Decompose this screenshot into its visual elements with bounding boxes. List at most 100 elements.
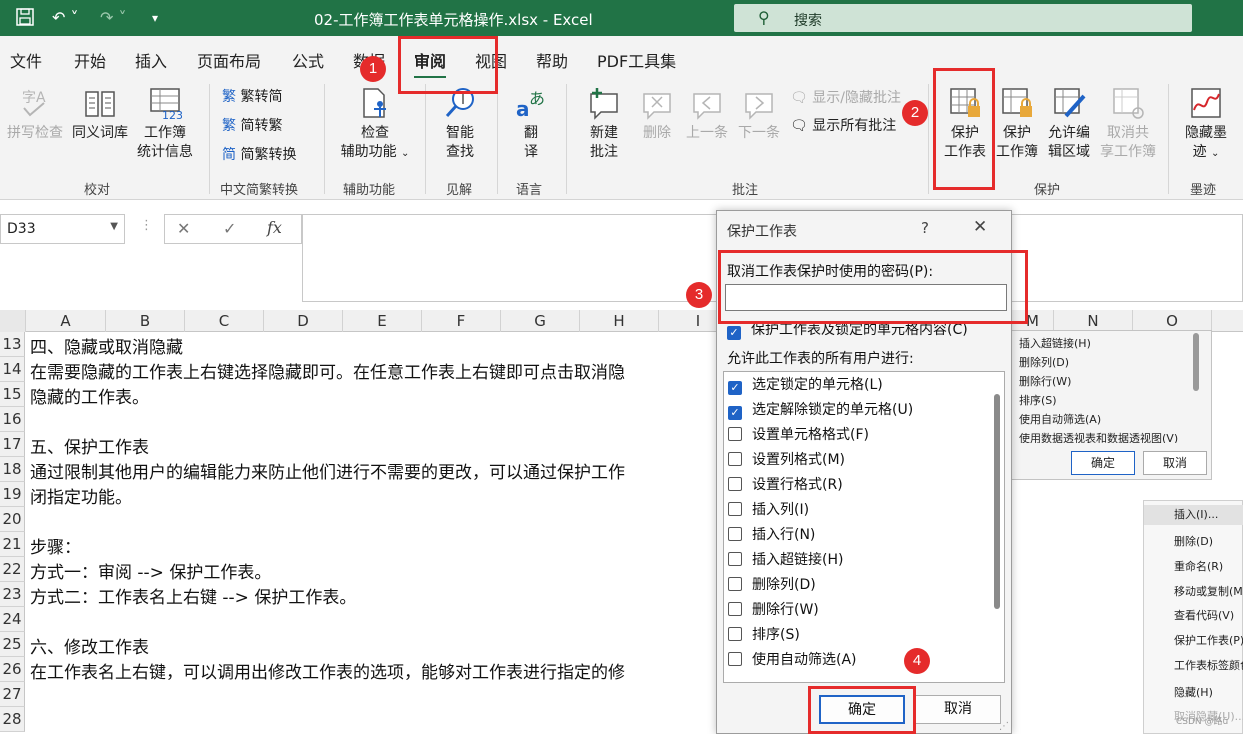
permission-item[interactable]: 删除行(W)	[728, 599, 819, 623]
to-traditional-button[interactable]: 繁 繁转简	[222, 86, 282, 106]
row-header[interactable]: 25	[0, 632, 25, 657]
cell-text[interactable]: 通过限制其他用户的编辑能力来防止他们进行不需要的更改，可以通过保护工作	[30, 461, 625, 486]
tab-help[interactable]: 帮助	[536, 48, 568, 72]
permission-item[interactable]: 排序(S)	[728, 624, 800, 648]
row-header[interactable]: 16	[0, 407, 25, 432]
redo-icon[interactable]: ↷ ˅	[100, 8, 127, 27]
cell-text[interactable]: 在需要隐藏的工作表上右键选择隐藏即可。在任意工作表上右键即可点击取消隐	[30, 361, 625, 386]
column-header[interactable]: D	[264, 310, 343, 332]
column-header[interactable]: H	[580, 310, 659, 332]
cell-text[interactable]: 方式二：工作表名上右键 --> 保护工作表。	[30, 586, 356, 611]
translate-button[interactable]: aあ 翻 译	[504, 86, 558, 162]
cell-text[interactable]: 闭指定功能。	[30, 486, 132, 511]
cell-text[interactable]: 步骤：	[30, 536, 81, 561]
enter-icon[interactable]: ✓	[223, 219, 236, 238]
search-box[interactable]: ⚲ 搜索	[734, 4, 1192, 32]
permission-item[interactable]: 设置单元格格式(F)	[728, 424, 869, 448]
row-header[interactable]: 27	[0, 682, 25, 707]
row-header[interactable]: 26	[0, 657, 25, 682]
to-simplified-button[interactable]: 繁 简转繁	[222, 115, 282, 135]
hide-ink-button[interactable]: 隐藏墨 迹 ⌄	[1176, 86, 1236, 163]
password-input[interactable]	[725, 284, 1007, 311]
customize-qat-icon[interactable]: ▾	[152, 11, 158, 25]
new-comment-button[interactable]: 新建 批注	[576, 86, 632, 162]
row-header[interactable]: 28	[0, 707, 25, 732]
row-header[interactable]: 19	[0, 482, 25, 507]
permission-item[interactable]: 设置行格式(R)	[728, 474, 843, 498]
show-all-comments-button[interactable]: 🗨 显示所有批注	[790, 115, 896, 135]
cell-text[interactable]: 六、修改工作表	[30, 636, 149, 661]
column-header[interactable]: C	[185, 310, 264, 332]
permission-item[interactable]: ✓ 选定锁定的单元格(L)	[728, 374, 883, 398]
row-header[interactable]: 15	[0, 382, 25, 407]
tab-insert[interactable]: 插入	[135, 48, 167, 72]
cell-text[interactable]: 四、隐藏或取消隐藏	[30, 336, 183, 361]
permission-item[interactable]: ✓ 选定解除锁定的单元格(U)	[728, 399, 913, 423]
undo-icon[interactable]: ↶ ˅	[52, 8, 79, 27]
tab-formulas[interactable]: 公式	[292, 48, 324, 72]
tab-file[interactable]: 文件	[10, 48, 42, 72]
permission-item[interactable]: 删除列(D)	[728, 574, 816, 598]
column-header[interactable]: A	[26, 310, 106, 332]
column-header[interactable]: N	[1054, 310, 1133, 332]
convert-button[interactable]: 简 简繁转换	[222, 144, 296, 164]
show-hide-comment-button[interactable]: 🗨 显示/隐藏批注	[790, 87, 901, 107]
column-header[interactable]: O	[1133, 310, 1212, 332]
protect-workbook-button[interactable]: 保护 工作簿	[994, 86, 1040, 162]
permissions-list[interactable]: ✓ 选定锁定的单元格(L) ✓ 选定解除锁定的单元格(U) 设置单元格格式(F) 设…	[723, 371, 1005, 683]
scrollbar-thumb[interactable]	[994, 394, 1000, 609]
cell-text[interactable]: 五、保护工作表	[30, 436, 149, 461]
column-header[interactable]: M	[1012, 310, 1054, 332]
tab-page-layout[interactable]: 页面布局	[197, 48, 261, 72]
workbook-statistics-button[interactable]: 123 工作簿 统计信息	[134, 86, 196, 162]
drag-handle-icon[interactable]: ⋮	[140, 218, 153, 233]
row-header[interactable]: 20	[0, 507, 25, 532]
spell-check-button[interactable]: 字A 拼写检查	[4, 86, 66, 143]
row-header[interactable]: 17	[0, 432, 25, 457]
permission-item[interactable]: 插入超链接(H)	[728, 549, 843, 573]
cell-text[interactable]: 在工作表名上右键，可以调用出修改工作表的选项，能够对工作表进行指定的修	[30, 661, 625, 686]
unshare-workbook-button[interactable]: 取消共 享工作簿	[1098, 86, 1158, 162]
cancel-icon[interactable]: ✕	[177, 219, 190, 238]
row-header[interactable]: 22	[0, 557, 25, 582]
select-all-corner[interactable]	[0, 310, 26, 332]
next-comment-button[interactable]: 下一条	[734, 86, 784, 143]
save-icon[interactable]	[16, 8, 34, 30]
delete-comment-button[interactable]: 删除	[634, 86, 680, 143]
insert-function-icon[interactable]: fx	[267, 218, 282, 237]
row-header[interactable]: 13	[0, 332, 25, 357]
row-header[interactable]: 21	[0, 532, 25, 557]
allow-edit-ranges-button[interactable]: 允许编 辑区域	[1042, 86, 1096, 162]
column-header[interactable]: B	[106, 310, 185, 332]
permission-item[interactable]: 插入行(N)	[728, 524, 815, 548]
cell-text[interactable]: 隐藏的工作表。	[30, 386, 149, 411]
column-header[interactable]: F	[422, 310, 501, 332]
help-icon[interactable]: ?	[921, 219, 929, 237]
smart-lookup-button[interactable]: 智能 查找	[432, 86, 488, 162]
thesaurus-button[interactable]: 同义词库	[68, 86, 132, 143]
tab-review[interactable]: 审阅	[414, 48, 447, 79]
row-header[interactable]: 24	[0, 607, 25, 632]
worksheet-grid[interactable]: 13 14 15 16 17 18 19 20 21 22 23 24 25 2…	[0, 332, 720, 734]
permission-item[interactable]: 设置列格式(M)	[728, 449, 845, 473]
resize-grip-icon[interactable]: ⋰	[999, 721, 1009, 732]
permission-item[interactable]: 使用自动筛选(A)	[728, 649, 857, 673]
column-header[interactable]: G	[501, 310, 580, 332]
name-box[interactable]: D33 ▼	[0, 214, 125, 244]
tab-view[interactable]: 视图	[475, 48, 507, 72]
cancel-button[interactable]: 取消	[915, 695, 1001, 724]
previous-comment-button[interactable]: 上一条	[682, 86, 732, 143]
row-header[interactable]: 14	[0, 357, 25, 382]
permission-item[interactable]: 插入列(I)	[728, 499, 809, 523]
column-header[interactable]: E	[343, 310, 422, 332]
protect-sheet-button[interactable]: 保护 工作表	[938, 86, 992, 162]
ok-button[interactable]: 确定	[819, 695, 905, 724]
cell-text[interactable]: 方式一：审阅 --> 保护工作表。	[30, 561, 271, 586]
row-header[interactable]: 18	[0, 457, 25, 482]
row-header[interactable]: 23	[0, 582, 25, 607]
protect-contents-checkbox[interactable]: ✓ 保护工作表及锁定的单元格内容(C)	[727, 319, 968, 340]
tab-pdf-tools[interactable]: PDF工具集	[597, 48, 676, 72]
check-accessibility-button[interactable]: 检查 辅助功能 ⌄	[334, 86, 416, 163]
close-icon[interactable]: ✕	[973, 217, 987, 237]
tab-home[interactable]: 开始	[74, 48, 106, 72]
